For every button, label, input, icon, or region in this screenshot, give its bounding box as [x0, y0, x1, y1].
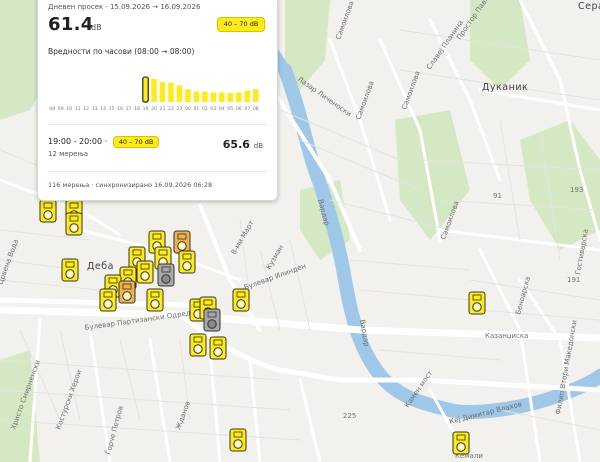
hour-bar[interactable]: [185, 89, 191, 102]
sensor-marker[interactable]: [468, 291, 486, 315]
hour-bar[interactable]: [202, 91, 208, 102]
separator: [48, 171, 267, 172]
selected-count: 12 мерења: [48, 150, 89, 158]
hour-bar[interactable]: [159, 82, 166, 102]
hour-tick-label: 01: [193, 106, 199, 112]
hour-tick-label: 03: [210, 106, 216, 112]
hour-bar[interactable]: [168, 82, 174, 102]
sensor-marker[interactable]: [118, 280, 136, 304]
hour-tick-label: 14: [100, 106, 106, 112]
sensor-marker[interactable]: [189, 333, 207, 357]
sensor-marker[interactable]: [146, 288, 164, 312]
selected-value: 65.6 dB: [223, 138, 263, 151]
hour-tick-label: 00: [185, 106, 191, 112]
hourly-chart[interactable]: 08 09 10 11 12 13 14 15 16 17 18 19 20 21 22 23 00 01 02 03…: [48, 70, 260, 112]
daily-average-panel: Дневен просек · 15.09.2026 → 16.09.2026 …: [37, 0, 278, 201]
sensor-marker[interactable]: [209, 336, 227, 360]
svg-text:191: 191: [567, 276, 580, 284]
hour-tick-label: 02: [202, 106, 208, 112]
hour-tick-label: 17: [126, 106, 132, 112]
district-label-sera: Сера: [578, 1, 600, 12]
selected-range-badge: 40 – 70 dB: [112, 136, 160, 148]
sensor-marker[interactable]: [61, 258, 79, 282]
divider: [48, 124, 267, 125]
hour-tick-label: 07: [244, 106, 250, 112]
svg-text:193: 193: [570, 186, 583, 194]
average-value: 61.4: [48, 14, 94, 35]
district-label-dukanik: Дуканик: [482, 82, 528, 93]
selected-value-unit: dB: [253, 142, 263, 150]
sensor-marker[interactable]: [173, 230, 191, 254]
hour-bar[interactable]: [244, 90, 251, 102]
sensor-marker[interactable]: [65, 212, 83, 236]
hour-tick-label: 23: [177, 106, 183, 112]
hour-tick-label: 19: [143, 106, 149, 112]
hour-tick-label: 04: [219, 106, 225, 112]
hour-tick-label: 22: [168, 106, 174, 112]
sensor-marker[interactable]: [232, 288, 250, 312]
selected-hour-label: 19:00 - 20:00 ·: [48, 137, 108, 146]
hour-tick-label: 08: [49, 106, 55, 112]
hour-bar[interactable]: [193, 91, 200, 102]
hour-tick-label: 09: [58, 106, 64, 112]
average-unit: dB: [91, 23, 102, 32]
hour-tick-label: 13: [92, 106, 98, 112]
hour-bar[interactable]: [253, 89, 259, 102]
hour-bar[interactable]: [236, 92, 242, 102]
hour-tick-label: 16: [117, 106, 123, 112]
hour-tick-label: 08: [253, 106, 259, 112]
sensor-marker[interactable]: [39, 199, 57, 223]
hour-tick-label: 18: [134, 106, 140, 112]
hour-bar[interactable]: [142, 76, 149, 103]
sensor-marker[interactable]: [99, 288, 117, 312]
range-badge: 40 – 70 dB: [217, 17, 265, 32]
selected-value-number: 65.6: [222, 138, 250, 151]
hour-tick-label: 12: [83, 106, 89, 112]
hour-tick-label: 20: [151, 106, 157, 112]
sensor-marker[interactable]: [203, 308, 221, 332]
svg-text:Казанџиска: Казанџиска: [485, 332, 528, 340]
sensor-marker[interactable]: [178, 250, 196, 274]
hour-tick-label: 11: [75, 106, 81, 112]
svg-text:91: 91: [493, 192, 502, 200]
hour-tick-label: 05: [227, 106, 233, 112]
sensor-marker[interactable]: [229, 428, 247, 452]
hour-tick-label: 06: [236, 106, 242, 112]
hour-tick-label: 10: [66, 106, 72, 112]
hour-bar[interactable]: [176, 85, 183, 102]
hourly-title: Вредности по часови (08:00 → 08:00): [48, 47, 195, 56]
district-label-deba: Деба: [87, 261, 114, 272]
selected-hour-range: 19:00 - 20:00 · 40 – 70 dB: [48, 136, 160, 148]
sensor-marker[interactable]: [157, 263, 175, 287]
hour-bar[interactable]: [210, 92, 217, 102]
sensor-marker[interactable]: [136, 260, 154, 284]
hour-tick-label: 21: [160, 106, 166, 112]
hour-bar[interactable]: [227, 93, 234, 102]
svg-text:225: 225: [343, 412, 356, 420]
sensor-marker[interactable]: [452, 431, 470, 455]
hour-tick-label: 15: [109, 106, 115, 112]
hour-bar[interactable]: [219, 92, 225, 102]
period-label: Дневен просек · 15.09.2026 → 16.09.2026: [48, 3, 201, 11]
hour-bar[interactable]: [151, 78, 157, 102]
sync-footer: 116 мерења · синхронизирано 16.09.2026 0…: [48, 181, 213, 189]
